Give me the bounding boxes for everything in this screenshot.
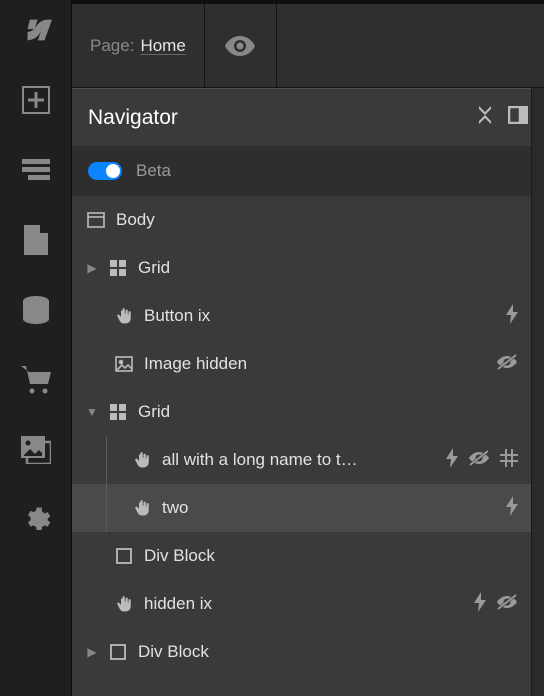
node-label: Div Block xyxy=(144,546,215,566)
interaction-icon xyxy=(506,304,518,329)
interaction-icon xyxy=(474,592,486,617)
collapse-icon[interactable] xyxy=(476,106,494,130)
element-tree: Body ▶ Grid Button i xyxy=(72,196,544,676)
tree-node-image-hidden[interactable]: Image hidden xyxy=(72,340,532,388)
hidden-icon xyxy=(468,449,490,472)
hand-icon xyxy=(132,499,152,517)
tree-node-div-1[interactable]: Div Block xyxy=(72,532,532,580)
preview-button[interactable] xyxy=(205,4,277,87)
left-toolbar xyxy=(0,0,72,696)
hand-icon xyxy=(132,451,152,469)
node-label: all with a long name to t… xyxy=(162,450,358,470)
interaction-icon xyxy=(506,496,518,521)
tree-node-button-ix[interactable]: Button ix xyxy=(72,292,532,340)
grid-icon xyxy=(108,260,128,276)
page-name: Home xyxy=(140,36,185,56)
grid-lines-icon xyxy=(500,449,518,472)
beta-toggle[interactable] xyxy=(88,162,122,180)
image-icon xyxy=(114,356,134,372)
tree-node-hidden-ix[interactable]: hidden ix xyxy=(72,580,532,628)
body-icon xyxy=(86,212,106,228)
topbar: Page: Home xyxy=(72,0,544,88)
node-label: Button ix xyxy=(144,306,210,326)
hand-icon xyxy=(114,307,134,325)
tree-node-grid-1[interactable]: ▶ Grid xyxy=(72,244,532,292)
beta-label: Beta xyxy=(136,161,171,181)
caret-down-icon[interactable]: ▼ xyxy=(86,405,98,419)
cms-button[interactable] xyxy=(20,294,52,326)
caret-right-icon[interactable]: ▶ xyxy=(86,261,98,275)
grid-icon xyxy=(108,404,128,420)
ecommerce-button[interactable] xyxy=(20,364,52,396)
caret-right-icon[interactable]: ▶ xyxy=(86,645,98,659)
main-area: Page: Home Navigator Beta xyxy=(72,0,544,696)
navigator-panel: Navigator Beta Body xyxy=(72,88,544,696)
webflow-logo[interactable] xyxy=(20,14,52,46)
pages-button[interactable] xyxy=(20,224,52,256)
plus-icon xyxy=(22,86,50,114)
node-label: hidden ix xyxy=(144,594,212,614)
hand-icon xyxy=(114,595,134,613)
eye-icon xyxy=(225,36,255,56)
panel-title: Navigator xyxy=(88,106,178,130)
node-label: Image hidden xyxy=(144,354,247,374)
div-icon xyxy=(108,644,128,660)
tree-node-grid-2[interactable]: ▼ Grid xyxy=(72,388,532,436)
tree-node-two[interactable]: two xyxy=(72,484,532,532)
node-label: Div Block xyxy=(138,642,209,662)
panel-header: Navigator xyxy=(72,88,544,146)
tree-node-long-name[interactable]: all with a long name to t… xyxy=(72,436,532,484)
hidden-icon xyxy=(496,593,518,616)
add-element-button[interactable] xyxy=(20,84,52,116)
page-label: Page: xyxy=(90,36,134,56)
interaction-icon xyxy=(446,448,458,473)
tree-node-div-2[interactable]: ▶ Div Block xyxy=(72,628,532,676)
dock-icon[interactable] xyxy=(508,106,528,130)
hidden-icon xyxy=(496,353,518,376)
div-icon xyxy=(114,548,134,564)
navigator-button[interactable] xyxy=(20,154,52,186)
page-selector[interactable]: Page: Home xyxy=(72,4,205,87)
node-label: two xyxy=(162,498,188,518)
beta-row: Beta xyxy=(72,146,544,196)
tree-node-body[interactable]: Body xyxy=(72,196,532,244)
settings-button[interactable] xyxy=(20,504,52,536)
node-label: Body xyxy=(116,210,155,230)
assets-button[interactable] xyxy=(20,434,52,466)
node-label: Grid xyxy=(138,258,170,278)
node-label: Grid xyxy=(138,402,170,422)
